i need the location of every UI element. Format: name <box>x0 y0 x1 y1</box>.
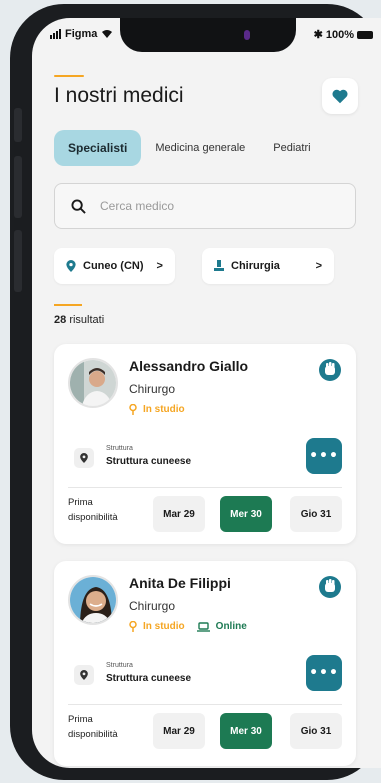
doctor-photo <box>70 577 116 623</box>
location-pin-icon <box>74 665 94 685</box>
results-count: 28 risultati <box>54 314 104 326</box>
tab-pediatri[interactable]: Pediatri <box>259 130 324 166</box>
divider <box>68 487 342 488</box>
visit-modes: In studio <box>129 404 185 415</box>
structure-label: Struttura <box>106 662 133 669</box>
results-number: 28 <box>54 314 67 326</box>
more-icon: ••• <box>309 665 339 681</box>
tab-bar: Specialisti Medicina generale Pediatri <box>54 130 325 166</box>
availability-label: Prima disponibilità <box>68 712 118 742</box>
location-pin-icon <box>129 404 137 415</box>
mode-in-studio: In studio <box>143 404 185 415</box>
slot-button[interactable]: Gio 31 <box>290 496 342 532</box>
specialty-filter[interactable]: Chirurgia > <box>202 248 334 284</box>
location-pin-icon <box>66 260 76 272</box>
notch <box>120 18 296 52</box>
structure-label: Struttura <box>106 445 133 452</box>
specialty-filter-label: Chirurgia <box>231 260 280 272</box>
slot-button-selected[interactable]: Mer 30 <box>220 496 272 532</box>
slot-button[interactable]: Gio 31 <box>290 713 342 749</box>
surgery-icon <box>214 260 224 271</box>
availability-label: Prima disponibilità <box>68 495 118 525</box>
search-input[interactable] <box>100 199 320 213</box>
mode-in-studio: In studio <box>143 621 185 632</box>
page-title: I nostri medici <box>54 84 184 107</box>
availability-label-line2: disponibilità <box>68 512 118 523</box>
doctor-card[interactable]: Anita De Filippi Chirurgo In studio Onli… <box>54 561 356 766</box>
chevron-right-icon: > <box>315 260 322 272</box>
hand-icon[interactable] <box>318 358 342 382</box>
location-filter[interactable]: Cuneo (CN) > <box>54 248 175 284</box>
location-pin-icon <box>129 621 137 632</box>
divider <box>68 704 342 705</box>
battery-icon <box>357 30 373 39</box>
slot-button[interactable]: Mar 29 <box>153 713 205 749</box>
doctor-specialty: Chirurgo <box>129 382 176 396</box>
more-icon: ••• <box>309 448 339 464</box>
favorites-button[interactable] <box>322 78 358 114</box>
doctor-specialty: Chirurgo <box>129 599 176 613</box>
mode-online: Online <box>215 621 247 632</box>
heart-icon <box>332 89 348 104</box>
bluetooth-icon: ✱ <box>313 29 323 41</box>
laptop-icon <box>196 621 210 632</box>
battery-percentage: 100% <box>325 28 354 41</box>
camera-dot <box>244 30 250 40</box>
results-accent <box>54 304 82 306</box>
doctor-card[interactable]: Alessandro Giallo Chirurgo In studio Str… <box>54 344 356 544</box>
doctor-name: Alessandro Giallo <box>129 358 249 374</box>
tab-specialisti[interactable]: Specialisti <box>54 130 142 166</box>
slot-button[interactable]: Mar 29 <box>153 496 205 532</box>
availability-label-line2: disponibilità <box>68 729 118 740</box>
more-button[interactable]: ••• <box>306 655 342 691</box>
status-right: ✱ 100% <box>314 28 373 41</box>
tab-medicina-generale[interactable]: Medicina generale <box>141 130 259 166</box>
location-pin-icon <box>74 448 94 468</box>
title-accent <box>54 75 84 77</box>
visit-modes: In studio Online <box>129 621 247 632</box>
status-left: Figma <box>50 28 113 40</box>
wifi-icon <box>102 30 113 38</box>
app-screen: Figma ✱ 100% I nostri medici Specialisti… <box>32 18 381 768</box>
doctor-name: Anita De Filippi <box>129 575 231 591</box>
chevron-right-icon: > <box>156 260 163 272</box>
side-button <box>14 108 22 142</box>
slot-button-selected[interactable]: Mer 30 <box>220 713 272 749</box>
location-filter-label: Cuneo (CN) <box>83 260 144 272</box>
carrier-label: Figma <box>65 28 98 40</box>
search-icon <box>71 198 86 214</box>
hand-icon[interactable] <box>318 575 342 599</box>
availability-label-line1: Prima <box>68 497 93 508</box>
side-button <box>14 156 22 218</box>
signal-icon <box>50 29 61 39</box>
doctor-avatar <box>68 575 118 625</box>
search-bar <box>54 183 356 229</box>
doctor-photo <box>70 360 116 406</box>
structure-name: Struttura cuneese <box>106 673 192 684</box>
more-button[interactable]: ••• <box>306 438 342 474</box>
side-button <box>14 230 22 292</box>
availability-label-line1: Prima <box>68 714 93 725</box>
results-label: risultati <box>69 314 105 326</box>
doctor-avatar <box>68 358 118 408</box>
structure-name: Struttura cuneese <box>106 456 192 467</box>
